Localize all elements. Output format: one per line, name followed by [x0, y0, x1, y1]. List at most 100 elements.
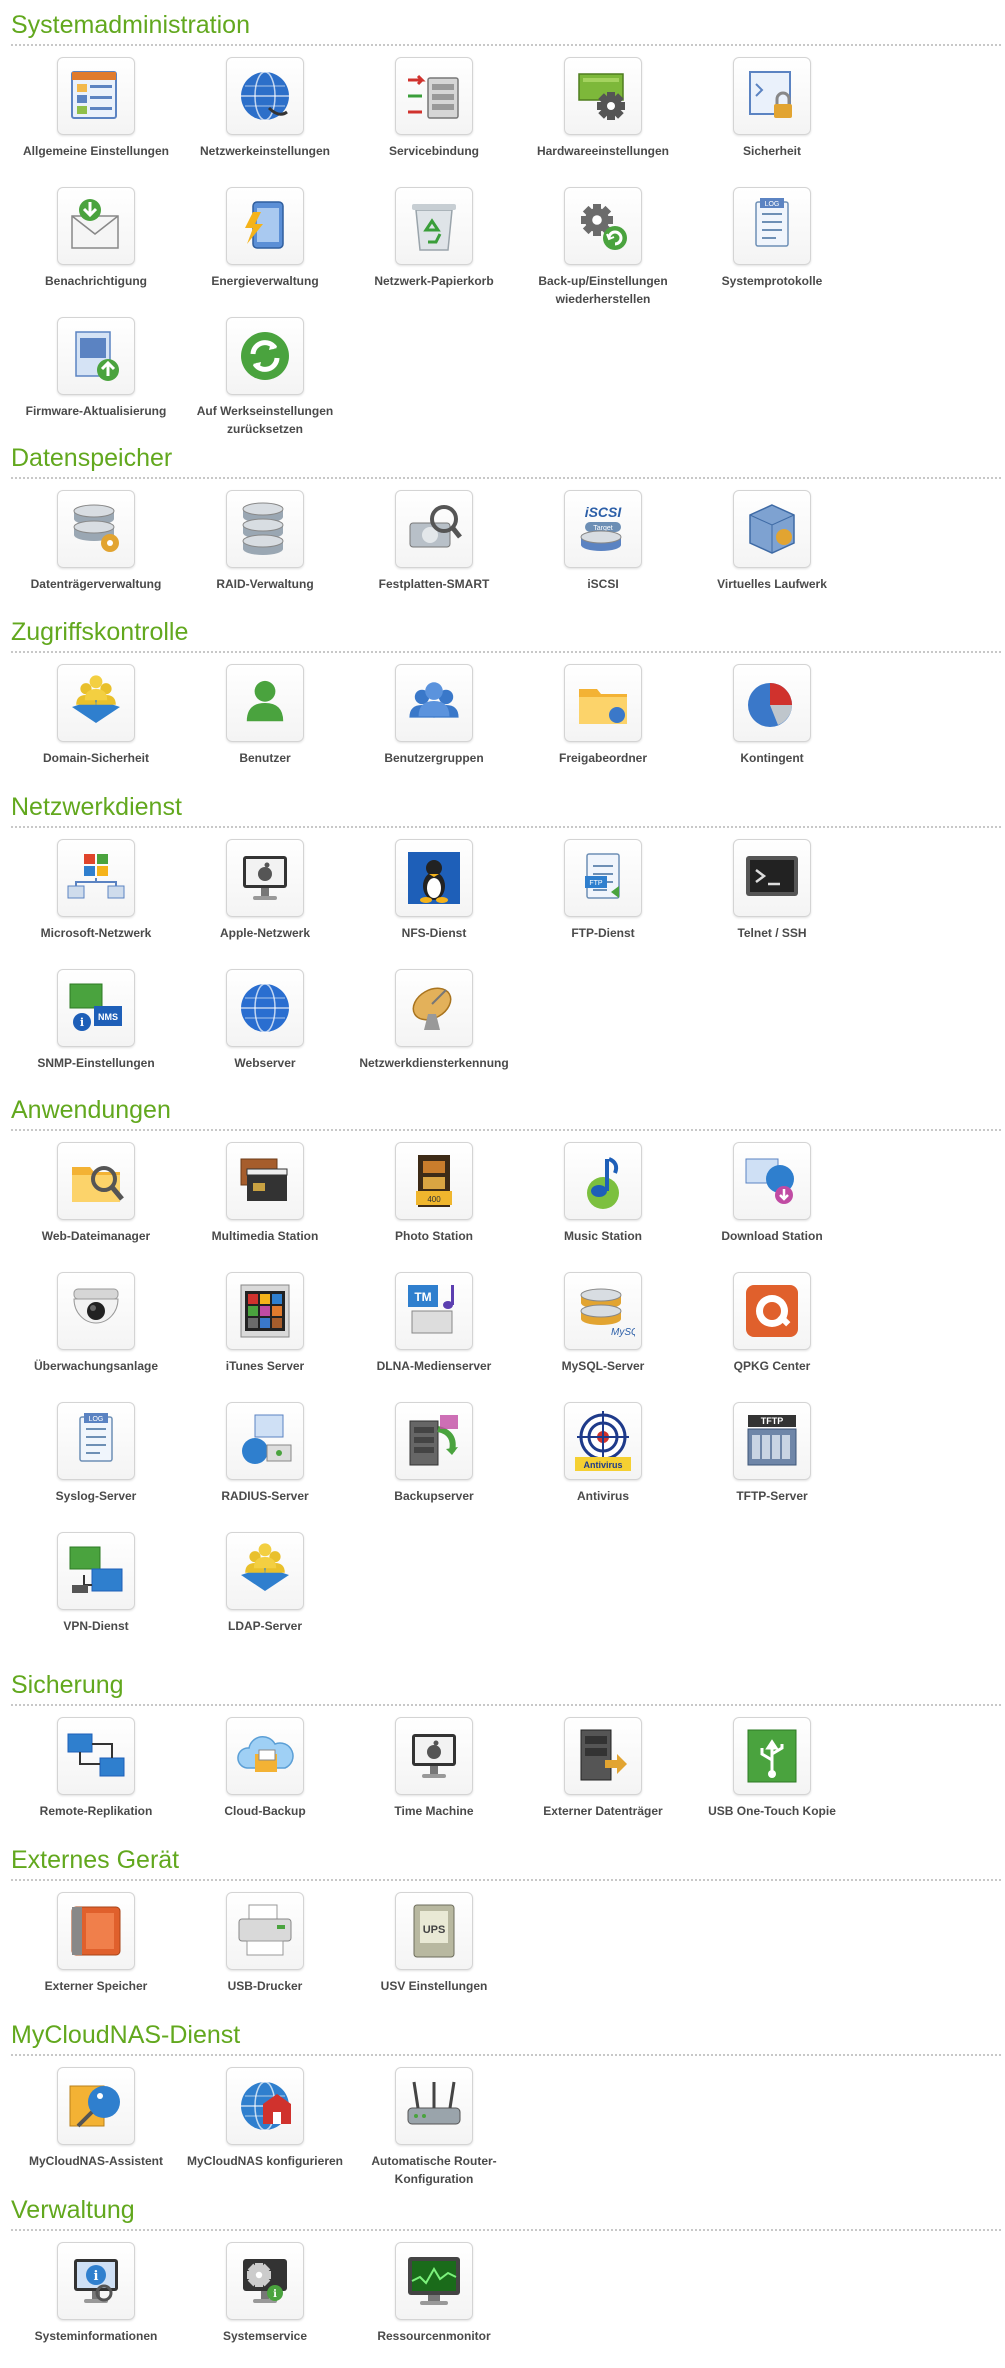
surveillance-camera-icon[interactable]	[57, 1272, 135, 1350]
panel-item-label[interactable]: Freigabeordner	[518, 749, 688, 767]
panel-item-nfs-linux[interactable]: NFS-Dienst	[349, 839, 519, 942]
panel-item-antivirus-target[interactable]: Antivirus Antivirus	[518, 1402, 688, 1505]
panel-item-dlna-media[interactable]: TM DLNA-Medienserver	[349, 1272, 519, 1375]
panel-item-label[interactable]: Allgemeine Einstellungen	[11, 142, 181, 160]
panel-item-label[interactable]: Ressourcenmonitor	[349, 2327, 519, 2345]
panel-item-label[interactable]: Servicebindung	[349, 142, 519, 160]
panel-item-label[interactable]: Antivirus	[518, 1487, 688, 1505]
panel-item-label[interactable]: MyCloudNAS konfigurieren	[180, 2152, 350, 2170]
panel-item-label[interactable]: Back-up/Einstellungen wiederherstellen	[518, 272, 688, 308]
itunes-server-icon[interactable]	[226, 1272, 304, 1350]
network-globe-icon[interactable]	[226, 57, 304, 135]
panel-item-power-lightning[interactable]: Energieverwaltung	[180, 187, 350, 290]
dlna-media-icon[interactable]: TM	[395, 1272, 473, 1350]
webserver-globe-icon[interactable]	[226, 969, 304, 1047]
ftp-icon[interactable]: FTP	[564, 839, 642, 917]
panel-item-domain-security[interactable]: Domain-Sicherheit	[11, 664, 181, 767]
panel-item-label[interactable]: Systemprotokolle	[687, 272, 857, 290]
panel-item-label[interactable]: Domain-Sicherheit	[11, 749, 181, 767]
panel-item-recycle-bin[interactable]: Netzwerk-Papierkorb	[349, 187, 519, 290]
panel-item-raid[interactable]: RAID-Verwaltung	[180, 490, 350, 593]
panel-item-virtual-disk[interactable]: Virtuelles Laufwerk	[687, 490, 857, 593]
panel-item-security-lock[interactable]: Sicherheit	[687, 57, 857, 160]
panel-item-label[interactable]: USB One-Touch Kopie	[687, 1802, 857, 1820]
user-group-icon[interactable]	[395, 664, 473, 742]
apple-network-icon[interactable]	[226, 839, 304, 917]
panel-item-label[interactable]: Web-Dateimanager	[11, 1227, 181, 1245]
panel-item-label[interactable]: Cloud-Backup	[180, 1802, 350, 1820]
panel-item-snmp-nms[interactable]: NMS i SNMP-Einstellungen	[11, 969, 181, 1072]
system-service-icon[interactable]: i	[226, 2242, 304, 2320]
panel-item-factory-reset[interactable]: Auf Werkseinstellungen zurücksetzen	[180, 317, 350, 438]
system-log-icon[interactable]: LOG	[733, 187, 811, 265]
panel-item-label[interactable]: Apple-Netzwerk	[180, 924, 350, 942]
iscsi-target-icon[interactable]: iSCSI Target	[564, 490, 642, 568]
panel-item-label[interactable]: Remote-Replikation	[11, 1802, 181, 1820]
panel-item-mycloudnas-wizard[interactable]: MyCloudNAS-Assistent	[11, 2067, 181, 2170]
panel-item-label[interactable]: FTP-Dienst	[518, 924, 688, 942]
time-machine-icon[interactable]	[395, 1717, 473, 1795]
panel-item-mysql-database[interactable]: MySQL MySQL-Server	[518, 1272, 688, 1375]
raid-icon[interactable]	[226, 490, 304, 568]
panel-item-label[interactable]: iTunes Server	[180, 1357, 350, 1375]
qpkg-center-icon[interactable]	[733, 1272, 811, 1350]
tftp-server-icon[interactable]: TFTP	[733, 1402, 811, 1480]
system-info-icon[interactable]: i	[57, 2242, 135, 2320]
general-settings-icon[interactable]	[57, 57, 135, 135]
panel-item-multimedia-clapper[interactable]: Multimedia Station	[180, 1142, 350, 1245]
panel-item-label[interactable]: Netzwerk-Papierkorb	[349, 272, 519, 290]
panel-item-label[interactable]: Automatische Router- Konfiguration	[349, 2152, 519, 2188]
firmware-update-icon[interactable]	[57, 317, 135, 395]
user-icon[interactable]	[226, 664, 304, 742]
panel-item-label[interactable]: Backupserver	[349, 1487, 519, 1505]
panel-item-label[interactable]: Download Station	[687, 1227, 857, 1245]
security-lock-icon[interactable]	[733, 57, 811, 135]
quota-pie-icon[interactable]	[733, 664, 811, 742]
panel-item-system-log[interactable]: LOG Systemprotokolle	[687, 187, 857, 290]
panel-item-label[interactable]: iSCSI	[518, 575, 688, 593]
panel-item-vpn[interactable]: VPN-Dienst	[11, 1532, 181, 1635]
panel-item-ldap-server[interactable]: LDAP-Server	[180, 1532, 350, 1635]
panel-item-remote-replication[interactable]: Remote-Replikation	[11, 1717, 181, 1820]
external-drive-icon[interactable]	[564, 1717, 642, 1795]
panel-item-label[interactable]: Energieverwaltung	[180, 272, 350, 290]
antivirus-target-icon[interactable]: Antivirus	[564, 1402, 642, 1480]
snmp-nms-icon[interactable]: NMS i	[57, 969, 135, 1047]
panel-item-external-storage[interactable]: Externer Speicher	[11, 1892, 181, 1995]
windows-network-icon[interactable]	[57, 839, 135, 917]
panel-item-usb-printer[interactable]: USB-Drucker	[180, 1892, 350, 1995]
panel-item-surveillance-camera[interactable]: Überwachungsanlage	[11, 1272, 181, 1375]
panel-item-label[interactable]: Telnet / SSH	[687, 924, 857, 942]
panel-item-hardware-gear[interactable]: Hardwareeinstellungen	[518, 57, 688, 160]
panel-item-label[interactable]: Datenträgerverwaltung	[11, 575, 181, 593]
panel-item-quota-pie[interactable]: Kontingent	[687, 664, 857, 767]
ldap-server-icon[interactable]	[226, 1532, 304, 1610]
panel-item-user[interactable]: Benutzer	[180, 664, 350, 767]
panel-item-user-group[interactable]: Benutzergruppen	[349, 664, 519, 767]
panel-item-satellite-dish[interactable]: Netzwerkdiensterkennung	[349, 969, 519, 1072]
panel-item-qpkg-center[interactable]: QPKG Center	[687, 1272, 857, 1375]
panel-item-label[interactable]: Externer Datenträger	[518, 1802, 688, 1820]
panel-item-backup-restore-gear[interactable]: Back-up/Einstellungen wiederherstellen	[518, 187, 688, 308]
radius-server-icon[interactable]	[226, 1402, 304, 1480]
panel-item-download-globe[interactable]: Download Station	[687, 1142, 857, 1245]
panel-item-label[interactable]: Time Machine	[349, 1802, 519, 1820]
panel-item-label[interactable]: MyCloudNAS-Assistent	[11, 2152, 181, 2170]
panel-item-label[interactable]: Firmware-Aktualisierung	[11, 402, 181, 420]
syslog-icon[interactable]: LOG	[57, 1402, 135, 1480]
panel-item-label[interactable]: Benutzer	[180, 749, 350, 767]
panel-item-label[interactable]: USV Einstellungen	[349, 1977, 519, 1995]
backup-restore-gear-icon[interactable]	[564, 187, 642, 265]
panel-item-label[interactable]: Auf Werkseinstellungen zurücksetzen	[180, 402, 350, 438]
panel-item-label[interactable]: DLNA-Medienserver	[349, 1357, 519, 1375]
panel-item-label[interactable]: NFS-Dienst	[349, 924, 519, 942]
panel-item-time-machine[interactable]: Time Machine	[349, 1717, 519, 1820]
panel-item-label[interactable]: RAID-Verwaltung	[180, 575, 350, 593]
panel-item-notification-envelope[interactable]: Benachrichtigung	[11, 187, 181, 290]
panel-item-system-info[interactable]: i Systeminformationen	[11, 2242, 181, 2345]
panel-item-label[interactable]: USB-Drucker	[180, 1977, 350, 1995]
mysql-database-icon[interactable]: MySQL	[564, 1272, 642, 1350]
panel-item-label[interactable]: Photo Station	[349, 1227, 519, 1245]
panel-item-label[interactable]: MySQL-Server	[518, 1357, 688, 1375]
router-icon[interactable]	[395, 2067, 473, 2145]
